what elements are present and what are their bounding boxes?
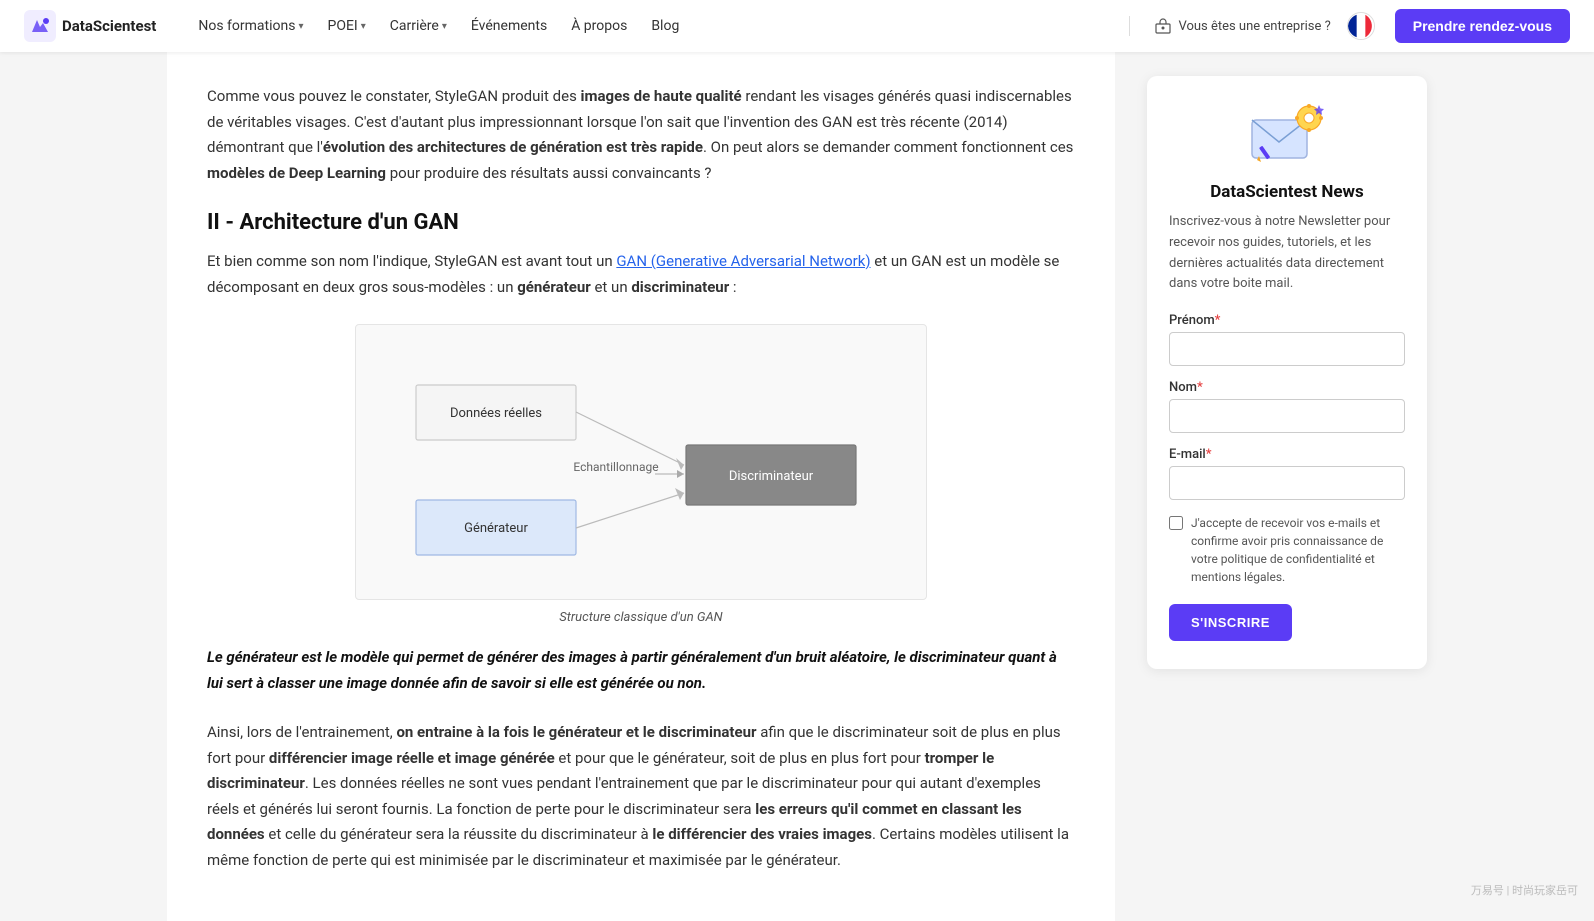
prenom-label: Prénom* [1169,313,1405,328]
page-wrapper: Comme vous pouvez le constater, StyleGAN… [147,52,1447,921]
newsletter-icon [1247,100,1327,170]
nav-item-carriere[interactable]: Carrière ▾ [380,12,457,40]
cta-button[interactable]: Prendre rendez-vous [1395,9,1570,43]
navbar: DataScientest Nos formations ▾ POEI ▾ Ca… [0,0,1594,52]
enterprise-icon [1154,17,1172,35]
logo-link[interactable]: DataScientest [24,10,156,42]
sidebar: DataScientest News Inscrivez-vous à notr… [1147,52,1427,921]
enterprise-link[interactable]: Vous êtes une entreprise ? [1146,17,1338,35]
section-heading: II - Architecture d'un GAN [207,210,1075,235]
svg-text:Discriminateur: Discriminateur [729,469,814,484]
chevron-down-icon: ▾ [298,21,303,32]
newsletter-card: DataScientest News Inscrivez-vous à notr… [1147,76,1427,669]
subscribe-button[interactable]: S'INSCRIRE [1169,604,1292,641]
nav-item-blog[interactable]: Blog [641,12,689,40]
intro-paragraph: Comme vous pouvez le constater, StyleGAN… [207,84,1075,186]
language-flag[interactable] [1347,12,1375,40]
nom-input[interactable] [1169,399,1405,433]
blockquote: Le générateur est le modèle qui permet d… [207,645,1075,696]
logo-icon [24,10,56,42]
diagram-svg: Données réelles Générateur Discriminateu… [355,324,927,600]
email-label: E-mail* [1169,447,1405,462]
consent-text: J'accepte de recevoir vos e-mails et con… [1191,514,1405,586]
french-flag-icon [1348,12,1374,40]
nav-item-poei[interactable]: POEI ▾ [318,12,376,40]
gan-diagram: Données réelles Générateur Discriminateu… [396,345,886,575]
nav-links: Nos formations ▾ POEI ▾ Carrière ▾ Événe… [188,12,1113,40]
checkbox-row: J'accepte de recevoir vos e-mails et con… [1169,514,1405,586]
svg-text:Générateur: Générateur [464,521,528,536]
diagram-container: Données réelles Générateur Discriminateu… [207,324,1075,625]
chevron-down-icon: ▾ [442,21,447,32]
svg-text:Données réelles: Données réelles [450,406,542,421]
section-paragraph: Et bien comme son nom l'indique, StyleGA… [207,249,1075,300]
nom-label: Nom* [1169,380,1405,395]
email-input[interactable] [1169,466,1405,500]
sidebar-news-title: DataScientest News [1169,182,1405,202]
nav-item-evenements[interactable]: Événements [461,12,557,40]
nav-divider [1129,16,1130,36]
gan-link[interactable]: GAN (Generative Adversarial Network) [616,252,870,270]
nav-item-formations[interactable]: Nos formations ▾ [188,12,313,40]
consent-checkbox[interactable] [1169,516,1183,530]
bottom-paragraph: Ainsi, lors de l'entrainement, on entrai… [207,720,1075,873]
diagram-caption: Structure classique d'un GAN [559,610,722,625]
svg-text:Echantillonnage: Echantillonnage [573,460,658,474]
watermark: 万易号 | 时尚玩家岳可 [1471,882,1578,898]
logo-text: DataScientest [62,17,156,35]
nav-item-apropos[interactable]: À propos [561,12,637,40]
newsletter-icon-wrap [1169,100,1405,170]
prenom-input[interactable] [1169,332,1405,366]
main-content: Comme vous pouvez le constater, StyleGAN… [167,52,1115,921]
chevron-down-icon: ▾ [361,21,366,32]
sidebar-news-desc: Inscrivez-vous à notre Newsletter pour r… [1169,212,1405,295]
